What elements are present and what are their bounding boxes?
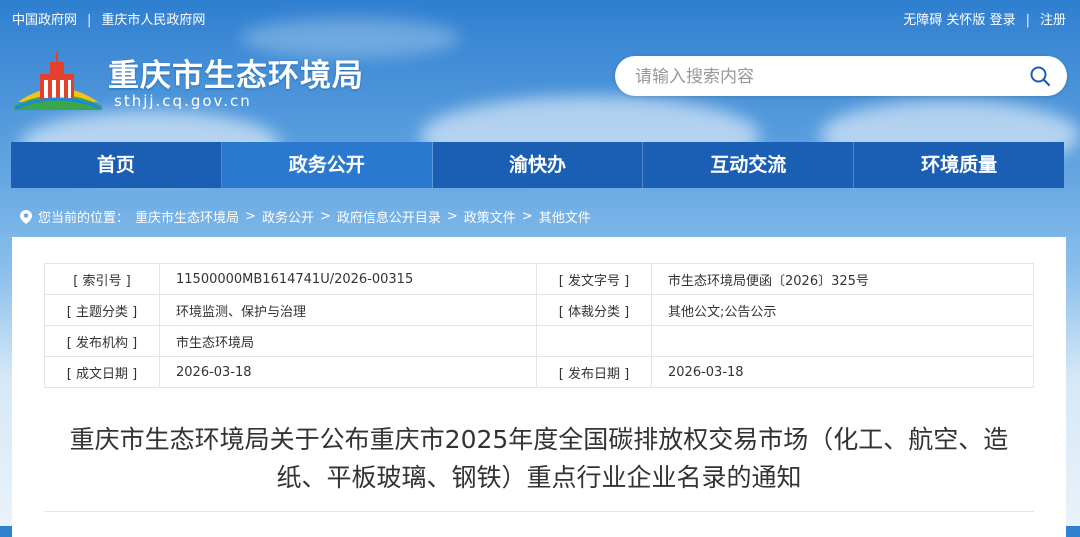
genre-value: 其他公文;公告公示 [651, 294, 1034, 326]
link-login[interactable]: 登录 [990, 13, 1016, 28]
breadcrumb-separator: > [245, 209, 256, 224]
search-input[interactable] [633, 64, 1017, 90]
breadcrumb-separator: > [446, 209, 458, 224]
written-date-label: [ 成文日期 ] [44, 356, 160, 388]
table-row: [ 发布机构 ] 市生态环境局 [44, 325, 1034, 357]
site-name: 重庆市生态环境局 [108, 58, 364, 94]
breadcrumb-prefix: 您当前的位置： [38, 211, 130, 226]
link-cq-gov[interactable]: 重庆市人民政府网 [101, 13, 205, 28]
table-row: [ 索引号 ] 11500000MB1614741U/2026-00315 [ … [44, 263, 1034, 295]
publish-date-label: [ 发布日期 ] [536, 356, 652, 388]
empty-cell [651, 325, 1034, 357]
breadcrumb-item[interactable]: 政府信息公开目录 [337, 207, 441, 226]
breadcrumb-separator: > [319, 209, 331, 224]
document-title-line: 纸、平板玻璃、钢铁）重点行业企业名录的通知 [276, 463, 802, 492]
site-domain: sthjj.cq.gov.cn [114, 92, 252, 110]
org-label: [ 发布机构 ] [44, 325, 160, 357]
breadcrumb-item[interactable]: 其他文件 [539, 207, 591, 226]
org-value: 市生态环境局 [159, 325, 537, 357]
link-register[interactable]: 注册 [1040, 13, 1066, 28]
document-title: 重庆市生态环境局关于公布重庆市2025年度全国碳排放权交易市场（化工、航空、造 … [12, 421, 1066, 497]
separator: | [1025, 13, 1030, 28]
search-icon[interactable] [1029, 65, 1051, 87]
breadcrumb-separator: > [521, 209, 533, 224]
nav-item-interaction[interactable]: 互动交流 [643, 142, 855, 188]
breadcrumb-item[interactable]: 政务公开 [262, 207, 314, 226]
genre-label: [ 体裁分类 ] [536, 294, 652, 326]
link-gov-cn[interactable]: 中国政府网 [12, 13, 77, 28]
site-logo-icon[interactable] [12, 44, 104, 110]
nav-item-yukuaiban[interactable]: 渝快办 [433, 142, 644, 188]
topic-value: 环境监测、保护与治理 [159, 294, 537, 326]
index-no-label: [ 索引号 ] [44, 263, 160, 295]
nav-item-home[interactable]: 首页 [11, 142, 222, 188]
link-accessibility[interactable]: 无障碍 [903, 13, 942, 28]
link-care-mode[interactable]: 关怀版 [946, 13, 985, 28]
document-meta-table: [ 索引号 ] 11500000MB1614741U/2026-00315 [ … [44, 263, 1034, 388]
content-panel: [ 索引号 ] 11500000MB1614741U/2026-00315 [ … [12, 237, 1066, 537]
document-title-line: 重庆市生态环境局关于公布重庆市2025年度全国碳排放权交易市场（化工、航空、造 [69, 425, 1009, 454]
search-box [615, 56, 1067, 96]
publish-date-value: 2026-03-18 [651, 356, 1034, 388]
index-no-value: 11500000MB1614741U/2026-00315 [159, 263, 537, 295]
written-date-value: 2026-03-18 [159, 356, 537, 388]
doc-no-label: [ 发文字号 ] [536, 263, 652, 295]
breadcrumb-item[interactable]: 重庆市生态环境局 [135, 207, 239, 226]
location-pin-icon [20, 209, 32, 224]
topic-label: [ 主题分类 ] [44, 294, 160, 326]
breadcrumb-item[interactable]: 政策文件 [464, 207, 516, 226]
main-nav: 首页 政务公开 渝快办 互动交流 环境质量 [11, 142, 1064, 188]
table-row: [ 主题分类 ] 环境监测、保护与治理 [ 体裁分类 ] 其他公文;公告公示 [44, 294, 1034, 326]
table-row: [ 成文日期 ] 2026-03-18 [ 发布日期 ] 2026-03-18 [44, 356, 1034, 388]
separator: | [87, 13, 92, 28]
doc-no-value: 市生态环境局便函〔2026〕325号 [651, 263, 1034, 295]
top-bar: 中国政府网 | 重庆市人民政府网 无障碍 关怀版 登录 | 注册 [0, 0, 1080, 34]
nav-item-gov-affairs[interactable]: 政务公开 [221, 142, 433, 188]
empty-cell [536, 325, 652, 357]
breadcrumb: 您当前的位置： 重庆市生态环境局 > 政务公开 > 政府信息公开目录 > 政策文… [20, 207, 591, 226]
divider [44, 511, 1034, 512]
nav-item-env-quality[interactable]: 环境质量 [854, 142, 1064, 188]
